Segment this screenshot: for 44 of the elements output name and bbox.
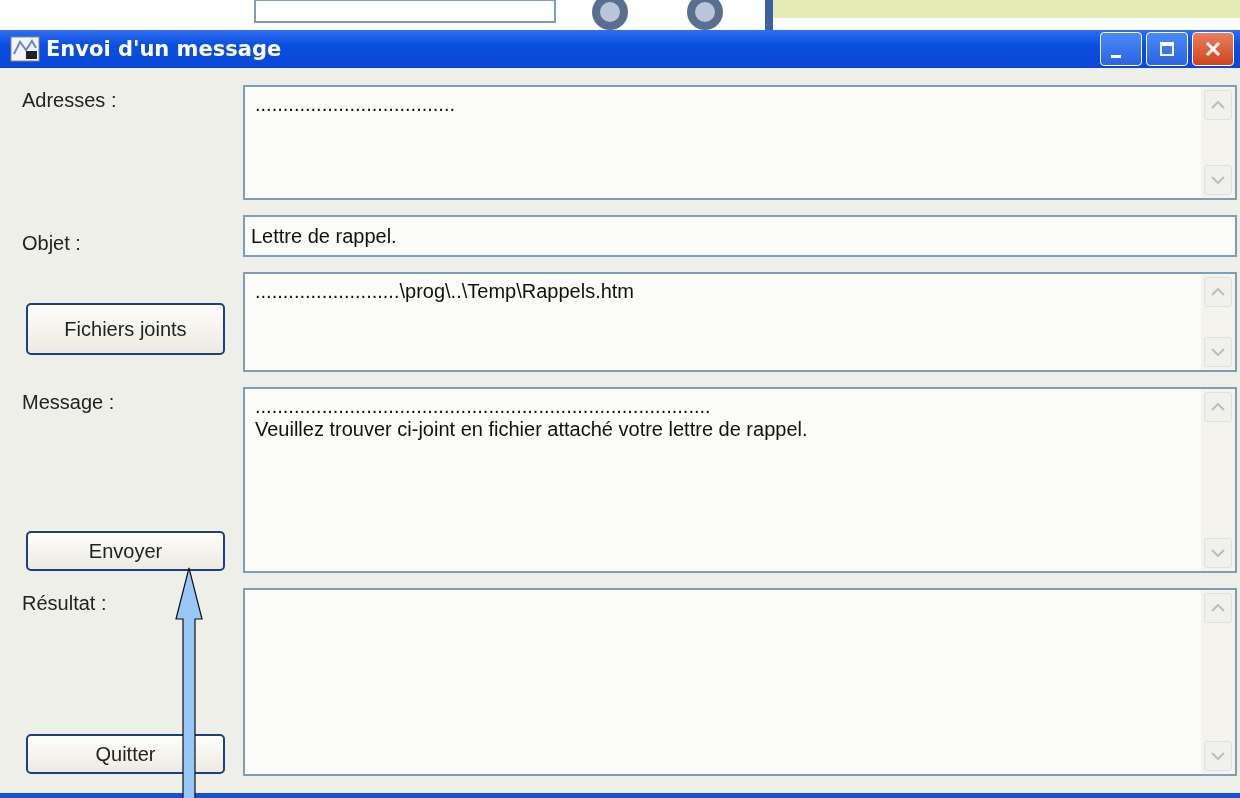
maximize-icon	[1159, 41, 1175, 57]
window-title: Envoi d'un message	[46, 37, 283, 61]
minimize-button[interactable]	[1100, 32, 1142, 66]
scroll-up-button[interactable]	[1204, 392, 1232, 422]
text-line: Veuillez trouver ci-joint en fichier attaché votre lettre de rappel.	[255, 418, 809, 441]
scrollbar[interactable]	[1201, 274, 1235, 370]
text-area[interactable]: .................................................................................. Veuillez trouver ci-joint en fichier attaché votre lettre de rappel.	[243, 387, 1237, 573]
chevron-up-icon	[1211, 101, 1225, 109]
subject-field[interactable]: Lettre de rappel.	[243, 215, 1237, 257]
chevron-down-icon	[1211, 549, 1225, 557]
action-button[interactable]: Envoyer	[26, 531, 225, 571]
close-button[interactable]	[1192, 32, 1234, 66]
field-label: Résultat :	[22, 592, 107, 615]
scroll-down-button[interactable]	[1204, 337, 1232, 367]
text-area[interactable]: ....................................	[243, 85, 1237, 200]
app-icon	[10, 36, 40, 62]
chevron-up-icon	[1211, 403, 1225, 411]
text-line: ..........................\prog\..\Temp\Rappels.htm	[255, 280, 636, 303]
scrollbar[interactable]	[1201, 590, 1235, 774]
text-area[interactable]	[243, 588, 1237, 776]
chevron-down-icon	[1211, 176, 1225, 184]
scrollbar[interactable]	[1201, 87, 1235, 198]
chevron-down-icon	[1211, 752, 1225, 760]
scroll-up-button[interactable]	[1204, 593, 1232, 623]
maximize-button[interactable]	[1146, 32, 1188, 66]
chevron-up-icon	[1211, 288, 1225, 296]
action-button[interactable]: Fichiers joints	[26, 303, 225, 355]
scroll-up-button[interactable]	[1204, 277, 1232, 307]
scroll-down-button[interactable]	[1204, 165, 1232, 195]
action-button[interactable]: Quitter	[26, 734, 225, 774]
scrollbar[interactable]	[1201, 389, 1235, 571]
field-label: Adresses :	[22, 89, 117, 112]
chevron-down-icon	[1211, 348, 1225, 356]
scroll-down-button[interactable]	[1204, 741, 1232, 771]
scroll-down-button[interactable]	[1204, 538, 1232, 568]
scroll-up-button[interactable]	[1204, 90, 1232, 120]
text-line: ..................................................................................	[255, 395, 712, 418]
chevron-up-icon	[1211, 604, 1225, 612]
minimize-icon	[1111, 54, 1121, 58]
field-label: Objet :	[22, 231, 81, 255]
close-icon	[1205, 41, 1221, 57]
text-line: ....................................	[255, 93, 457, 116]
field-label: Message :	[22, 391, 115, 414]
text-area[interactable]: ..........................\prog\..\Temp\Rappels.htm	[243, 272, 1237, 372]
